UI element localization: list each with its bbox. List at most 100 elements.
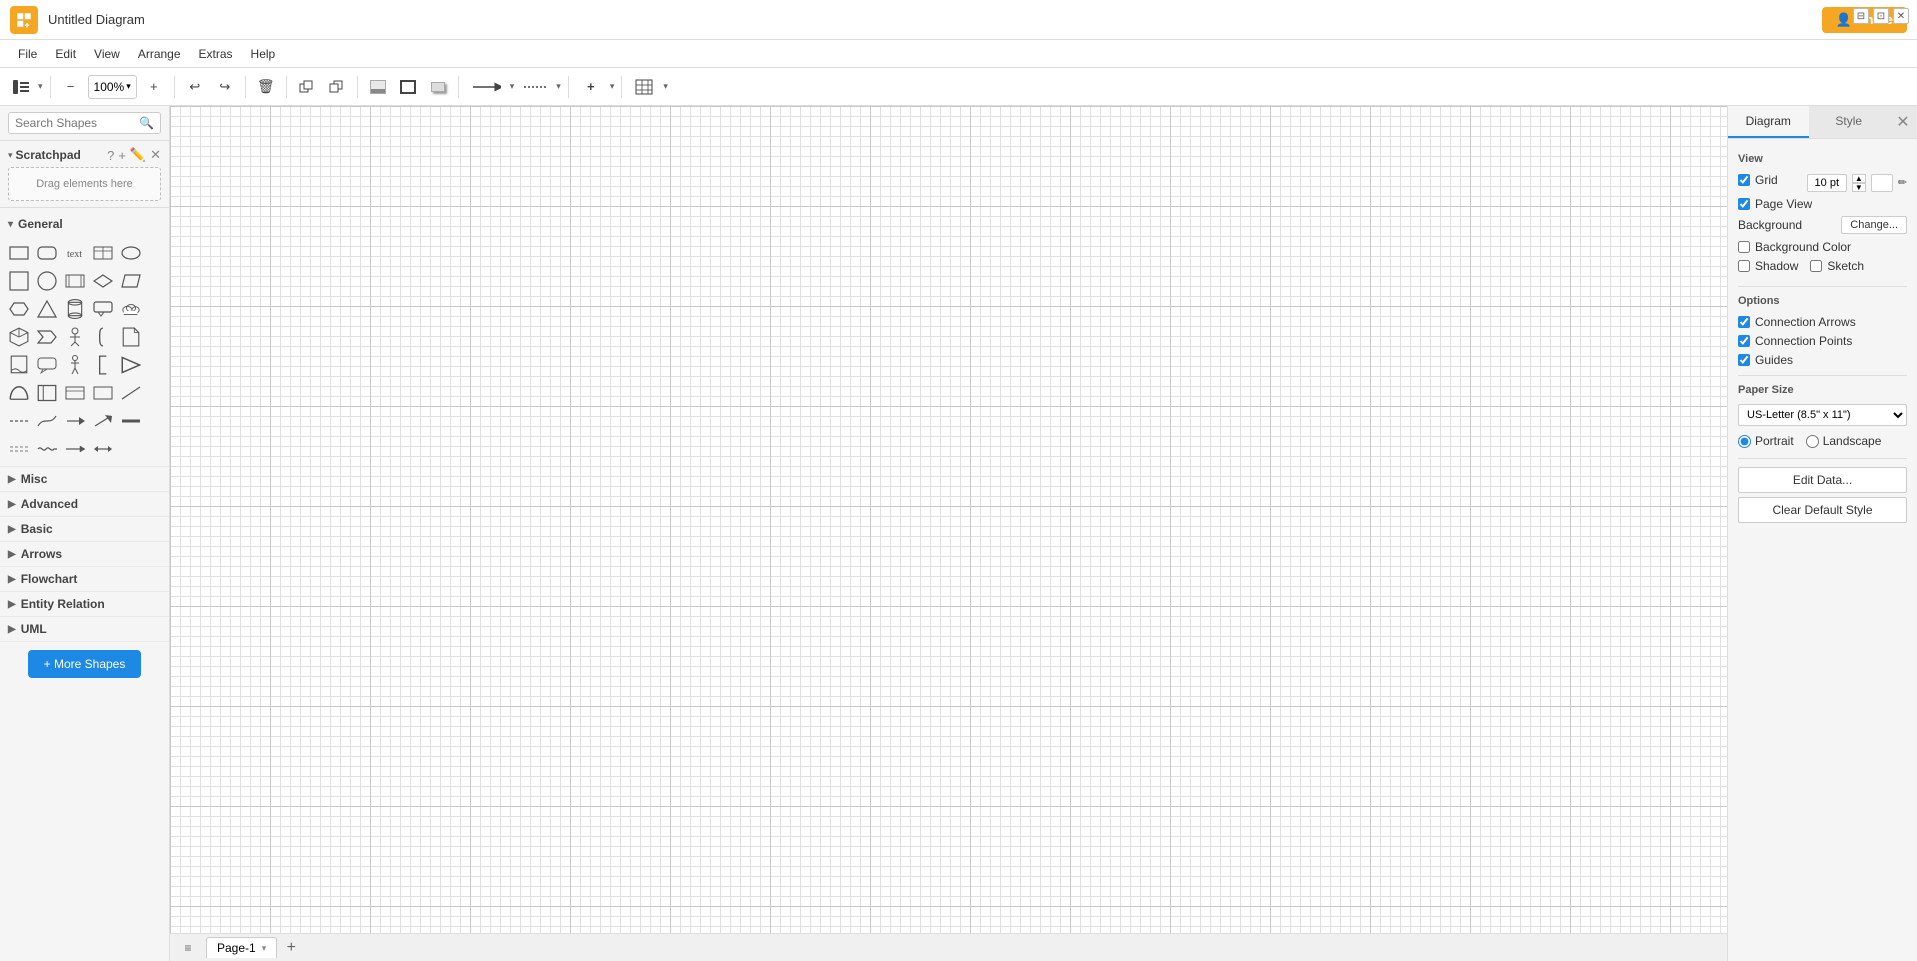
shape-triangle[interactable] [34, 296, 60, 322]
shape-rectangle[interactable] [6, 240, 32, 266]
minimize-button[interactable]: ⊟ [1853, 8, 1869, 24]
shape-arrow-line[interactable] [62, 436, 88, 462]
grid-size-input[interactable] [1807, 174, 1847, 192]
shape-rounded-rect[interactable] [34, 240, 60, 266]
zoom-in-button[interactable]: + [141, 74, 167, 100]
grid-color-swatch[interactable] [1871, 174, 1893, 192]
landscape-radio[interactable] [1806, 435, 1819, 448]
shape-step[interactable] [34, 324, 60, 350]
paper-size-select[interactable]: US-Letter (8.5" x 11") A4 (210 x 297 mm)… [1738, 404, 1907, 426]
close-panel-button[interactable]: ✕ [1889, 106, 1917, 138]
scratchpad-help-icon[interactable]: ? [107, 148, 114, 163]
shape-line[interactable] [118, 380, 144, 406]
shape-arrow-right[interactable] [62, 408, 88, 434]
page-tab-1[interactable]: Page-1 ▾ [206, 937, 277, 958]
shape-hexagon[interactable] [6, 296, 32, 322]
portrait-radio[interactable] [1738, 435, 1751, 448]
clear-default-style-button[interactable]: Clear Default Style [1738, 497, 1907, 523]
shape-squiggle[interactable] [34, 436, 60, 462]
menu-file[interactable]: File [10, 44, 45, 64]
shape-table[interactable] [90, 240, 116, 266]
connection-points-checkbox[interactable] [1738, 335, 1750, 347]
connector-style-button[interactable] [466, 74, 506, 100]
portrait-option[interactable]: Portrait [1738, 434, 1794, 448]
shape-cloud[interactable] [118, 296, 144, 322]
shape-doc[interactable] [6, 352, 32, 378]
grid-size-down[interactable]: ▼ [1852, 183, 1866, 192]
change-background-button[interactable]: Change... [1841, 216, 1907, 234]
shape-stick-figure[interactable] [62, 352, 88, 378]
scratchpad-edit-icon[interactable]: ✏️ [130, 147, 146, 163]
shape-rect-rounded-bottom[interactable] [34, 380, 60, 406]
canvas-area[interactable]: ≡ Page-1 ▾ + [170, 106, 1727, 961]
close-button[interactable]: ✕ [1893, 8, 1909, 24]
menu-edit[interactable]: Edit [47, 44, 84, 64]
shape-dashed-line[interactable] [6, 408, 32, 434]
page-menu-button[interactable]: ≡ [178, 938, 198, 958]
shape-half-circle[interactable] [6, 380, 32, 406]
section-advanced-header[interactable]: ▶ Advanced [0, 492, 169, 516]
landscape-option[interactable]: Landscape [1806, 434, 1882, 448]
shape-cylinder[interactable] [62, 296, 88, 322]
scratchpad-add-icon[interactable]: + [118, 148, 126, 163]
delete-button[interactable]: 🗑 [253, 74, 279, 100]
menu-extras[interactable]: Extras [191, 44, 241, 64]
more-shapes-button[interactable]: + More Shapes [28, 650, 142, 678]
zoom-out-button[interactable]: − [58, 74, 84, 100]
shape-note[interactable] [118, 324, 144, 350]
section-misc-header[interactable]: ▶ Misc [0, 467, 169, 491]
shadow-checkbox[interactable] [1738, 260, 1750, 272]
section-basic-header[interactable]: ▶ Basic [0, 517, 169, 541]
add-page-button[interactable]: + [281, 938, 301, 958]
waypoint-button[interactable] [518, 74, 552, 100]
shape-speech-bubble[interactable] [34, 352, 60, 378]
shape-double-line[interactable] [6, 436, 32, 462]
sketch-checkbox[interactable] [1810, 260, 1822, 272]
connection-arrows-checkbox[interactable] [1738, 316, 1750, 328]
canvas-grid[interactable] [170, 106, 1727, 941]
section-uml-header[interactable]: ▶ UML [0, 617, 169, 641]
menu-view[interactable]: View [86, 44, 128, 64]
shape-ellipse[interactable] [118, 240, 144, 266]
table-button[interactable] [629, 74, 659, 100]
shape-callout[interactable] [90, 296, 116, 322]
shape-rect-split[interactable] [62, 380, 88, 406]
guides-checkbox[interactable] [1738, 354, 1750, 366]
shape-process[interactable] [62, 268, 88, 294]
redo-button[interactable]: ↪ [212, 74, 238, 100]
fill-color-button[interactable] [365, 74, 391, 100]
to-back-button[interactable] [324, 74, 350, 100]
menu-help[interactable]: Help [243, 44, 284, 64]
menu-arrange[interactable]: Arrange [130, 44, 189, 64]
shape-square[interactable] [6, 268, 32, 294]
grid-size-up[interactable]: ▲ [1852, 174, 1866, 183]
section-general-header[interactable]: ▾ General [0, 212, 169, 236]
shape-curve[interactable] [34, 408, 60, 434]
shape-thick-line[interactable] [118, 408, 144, 434]
sidebar-toggle-button[interactable] [8, 74, 34, 100]
shape-circle[interactable] [34, 268, 60, 294]
search-input[interactable] [15, 116, 139, 130]
shape-bracket[interactable] [90, 352, 116, 378]
insert-button[interactable]: + [576, 74, 606, 100]
page-view-checkbox[interactable] [1738, 198, 1750, 210]
shape-parallelogram[interactable] [118, 268, 144, 294]
edit-data-button[interactable]: Edit Data... [1738, 467, 1907, 493]
restore-button[interactable]: ⊡ [1873, 8, 1889, 24]
tab-style[interactable]: Style [1809, 106, 1890, 138]
shadow-button[interactable] [425, 74, 451, 100]
grid-color-edit-icon[interactable]: ✏ [1898, 176, 1907, 189]
tab-diagram[interactable]: Diagram [1728, 106, 1809, 138]
grid-checkbox[interactable] [1738, 174, 1750, 186]
stroke-color-button[interactable] [395, 74, 421, 100]
undo-button[interactable]: ↩ [182, 74, 208, 100]
section-entity-relation-header[interactable]: ▶ Entity Relation [0, 592, 169, 616]
scratchpad-close-icon[interactable]: ✕ [150, 147, 161, 163]
shape-pentagon[interactable] [90, 380, 116, 406]
shape-person[interactable] [62, 324, 88, 350]
section-flowchart-header[interactable]: ▶ Flowchart [0, 567, 169, 591]
shape-diamond[interactable] [90, 268, 116, 294]
shape-triangle-right[interactable] [118, 352, 144, 378]
zoom-dropdown[interactable]: 100% ▾ [88, 75, 137, 99]
shape-arrow-both[interactable] [90, 436, 116, 462]
